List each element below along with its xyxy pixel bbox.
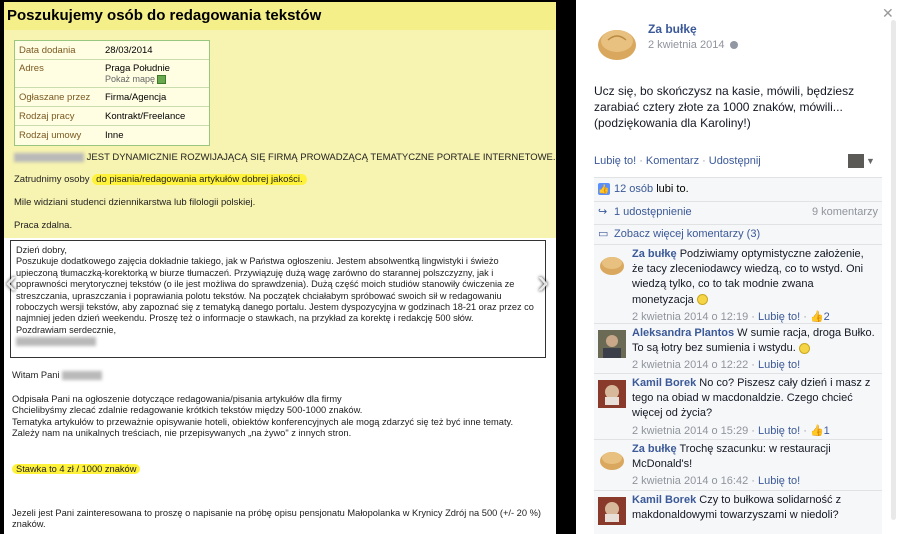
feedback-section: 👍 12 osób lubi to. ↪ 1 udostępnienie 9 kom… — [594, 177, 882, 534]
comment-like-button[interactable]: Lubię to! — [758, 311, 800, 323]
like-thumb-icon: 👍 — [598, 183, 610, 196]
comment-avatar[interactable] — [598, 446, 626, 474]
viewer-avatar[interactable] — [848, 154, 864, 168]
comment-author[interactable]: Kamil Borek — [632, 494, 696, 506]
smile-icon — [798, 342, 810, 354]
detail-row: Ogłaszane przez Firma/Agencja — [15, 88, 209, 107]
scrollbar[interactable] — [891, 20, 896, 520]
reply-body: Odpisała Pani na ogłoszenie dotyczące re… — [12, 394, 514, 439]
comment-author[interactable]: Za bułkę — [632, 443, 677, 455]
likes-count-link[interactable]: 12 osób — [614, 183, 653, 195]
detail-row: Adres Praga Południe Pokaż mapę — [15, 60, 209, 88]
comment-like-count[interactable]: 👍2 — [810, 311, 830, 323]
chevron-down-icon[interactable]: ▼ — [866, 156, 875, 166]
like-button[interactable]: Lubię to! — [594, 155, 636, 167]
comment-avatar[interactable] — [598, 497, 626, 525]
next-photo-arrow-icon[interactable]: › — [532, 262, 554, 302]
comment-item: Aleksandra Plantos W sumie racja, droga … — [594, 324, 882, 374]
more-comments-row: ▭ Zobacz więcej komentarzy (3) — [594, 225, 882, 245]
page-name-link[interactable]: Za bułkę — [648, 22, 697, 36]
comment-meta: 2 kwietnia 2014 o 12:22 · Lubię to! — [632, 359, 801, 372]
comment-avatar[interactable] — [598, 251, 626, 279]
ad-details-table: Data dodania 28/03/2014 Adres Praga Połu… — [14, 40, 210, 146]
comment-like-button[interactable]: Lubię to! — [758, 475, 800, 487]
post-date[interactable]: 2 kwietnia 2014 — [648, 39, 739, 51]
comment-author[interactable]: Kamil Borek — [632, 377, 696, 389]
ad-title-bar: Poszukujemy osób do redagowania tekstów — [4, 2, 556, 30]
comment-like-count[interactable]: 👍1 — [810, 425, 830, 437]
ad-body: Data dodania 28/03/2014 Adres Praga Połu… — [4, 30, 556, 238]
comment-like-button[interactable]: Lubię to! — [758, 359, 800, 371]
comment-author[interactable]: Za bułkę — [632, 248, 677, 260]
detail-row: Rodzaj pracy Kontrakt/Freelance — [15, 107, 209, 126]
post-actions: Lubię to! · Komentarz · Udostępnij — [594, 155, 761, 167]
screenshot-photo: Poszukujemy osób do redagowania tekstów … — [4, 2, 556, 534]
redacted-name — [62, 371, 103, 381]
comment-item: Za bułkę Trochę szacunku: w restauracji … — [594, 440, 882, 491]
ad-students: Mile widziani studenci dziennikarstwa lu… — [14, 197, 256, 208]
detail-row: Rodzaj umowy Inne — [19, 130, 124, 141]
shares-link[interactable]: 1 udostępnienie — [614, 206, 692, 218]
share-button[interactable]: Udostępnij — [709, 155, 761, 167]
comment-item: Kamil Borek No co? Piszesz cały dzień i … — [594, 374, 882, 440]
photo-viewer: Poszukujemy osób do redagowania tekstów … — [0, 0, 576, 534]
smile-icon — [696, 294, 708, 306]
map-icon — [157, 75, 167, 85]
comment-item: Kamil Borek Czy to bułkowa solidarność z… — [594, 491, 882, 534]
ad-intro: JEST DYNAMICZNIE ROZWIJAJĄCĄ SIĘ FIRMĄ P… — [14, 152, 556, 163]
comment-button[interactable]: Komentarz — [646, 155, 699, 167]
comment-avatar[interactable] — [598, 380, 626, 408]
ad-hire: Zatrudnimy osoby do pisania/redagowania … — [14, 174, 307, 185]
redacted-name — [14, 152, 84, 162]
comment-meta: 2 kwietnia 2014 o 12:19 · Lubię to! · 👍2 — [632, 310, 830, 323]
reply-rate: Stawka to 4 zł / 1000 znaków — [12, 464, 552, 475]
bun-icon — [598, 30, 636, 60]
ad-remote: Praca zdalna. — [14, 220, 73, 231]
application-letter: Dzień dobry, Poszukuje dodatkowego zajęc… — [10, 240, 546, 358]
reply-offer: Jezeli jest Pani zainteresowana to prosz… — [12, 508, 541, 530]
detail-row: Data dodania 28/03/2014 — [15, 41, 209, 60]
post-text: Ucz się, bo skończysz na kasie, mówili, … — [594, 84, 855, 130]
reply-greeting: Witam Pani — [12, 370, 552, 381]
redacted-signature — [16, 337, 96, 347]
ad-title: Poszukujemy osób do redagowania tekstów — [7, 7, 322, 24]
comment-meta: 2 kwietnia 2014 o 15:29 · Lubię to! · 👍1 — [632, 424, 830, 437]
map-link: Pokaż mapę — [105, 74, 170, 85]
comment-avatar[interactable] — [598, 330, 626, 358]
likes-row: 👍 12 osób lubi to. — [594, 178, 882, 202]
shares-row: ↪ 1 udostępnienie 9 komentarzy — [594, 202, 882, 225]
comment-meta: 2 kwietnia 2014 o 16:42 · Lubię to! — [632, 475, 801, 488]
page-avatar[interactable] — [594, 20, 640, 66]
comment-count: 9 komentarzy — [811, 206, 878, 218]
comment-item: Za bułkę Podziwiamy optymistyczne założe… — [594, 245, 882, 324]
comment-bubble-icon: ▭ — [598, 228, 609, 241]
previous-photo-arrow-icon[interactable]: ‹ — [0, 262, 22, 302]
post-panel: ✕ Za bułkę 2 kwietnia 2014 Ucz się, bo s… — [576, 0, 902, 534]
share-icon: ↪ — [598, 206, 608, 219]
globe-icon — [730, 41, 739, 50]
comment-author[interactable]: Aleksandra Plantos — [632, 327, 734, 339]
more-comments-link[interactable]: Zobacz więcej komentarzy (3) — [614, 228, 760, 240]
comment-like-button[interactable]: Lubię to! — [758, 425, 800, 437]
